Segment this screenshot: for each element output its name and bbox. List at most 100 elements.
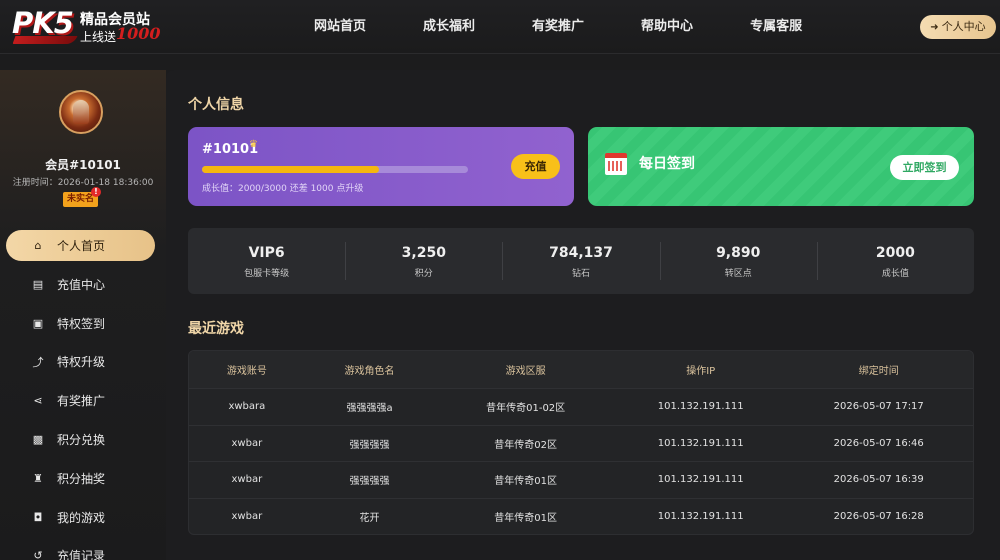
table-row: xwbar 强强强强 昔年传奇01区 101.132.191.111 2026-… — [189, 461, 973, 498]
avatar[interactable] — [59, 90, 103, 134]
table-cell: xwbar — [231, 437, 263, 449]
table-cell: 昔年传奇01区 — [494, 476, 557, 488]
top-header: PK5 精品会员站 上线送 1000 网站首页 成长福利 有奖推广 帮助中心 专… — [0, 0, 1000, 54]
table-cell: 2026-05-07 17:17 — [833, 401, 924, 413]
main-content: 个人信息 #10101 ♛ 成长值：2000/3000 还差 1000 点升级 … — [166, 70, 1000, 560]
profile-section-title: 个人信息 — [188, 97, 244, 113]
nav-referral[interactable]: 有奖推广 — [508, 0, 608, 54]
stat-points: 3,250 积分 — [345, 228, 502, 294]
crown-icon: ♛ — [249, 139, 258, 150]
alert-dot: ! — [91, 187, 101, 197]
vip-card: #10101 ♛ 成长值：2000/3000 还差 1000 点升级 充值 — [188, 127, 574, 206]
table-cell: 昔年传奇02区 — [494, 439, 557, 451]
sidebar-item-label: 有奖推广 — [57, 394, 106, 409]
sidebar-item-label: 积分兑换 — [57, 432, 106, 447]
table-row: xwbar 强强强强 昔年传奇02区 101.132.191.111 2026-… — [189, 424, 973, 462]
column-header: 操作IP — [686, 366, 716, 377]
nav-help-center[interactable]: 帮助中心 — [617, 0, 717, 54]
stat-value: 3,250 — [401, 245, 446, 261]
checkin-button[interactable]: 立即签到 — [890, 155, 959, 180]
sidebar-item-upgrade[interactable]: ⤴ 特权升级 — [0, 346, 166, 377]
sidebar-item-recharge[interactable]: ▤ 充值中心 — [0, 269, 166, 300]
table-row: xwbar 花开 昔年传奇01区 101.132.191.111 2026-05… — [189, 497, 973, 535]
sidebar-item-label: 充值记录 — [57, 549, 106, 560]
user-center-label: 个人中心 — [941, 20, 986, 33]
column-header: 绑定时间 — [858, 366, 899, 377]
growth-progress-bar — [202, 166, 468, 173]
stat-label: 转区点 — [724, 269, 752, 279]
column-header: 游戏区服 — [505, 366, 546, 377]
logo-subtitle: 上线送 — [80, 30, 117, 44]
recent-games-title: 最近游戏 — [188, 321, 244, 337]
user-center-button[interactable]: ➜ 个人中心 — [920, 15, 996, 39]
table-cell: 101.132.191.111 — [657, 437, 744, 449]
recent-games-table: 游戏账号 游戏角色名 游戏区服 操作IP 绑定时间 xwbara 强强强强a 昔… — [188, 350, 974, 535]
avatar-figure — [73, 100, 89, 124]
growth-progress-text: 成长值：2000/3000 还差 1000 点升级 — [202, 184, 364, 194]
checkin-title: 每日签到 — [639, 156, 695, 172]
column-header: 游戏账号 — [226, 366, 267, 377]
sidebar-item-label: 积分抽奖 — [57, 471, 106, 486]
table-cell: xwbar — [231, 510, 263, 522]
table-cell: 2026-05-07 16:39 — [833, 474, 924, 486]
table-cell: xwbar — [231, 474, 263, 486]
sidebar-item-home[interactable]: ⌂ 个人首页 — [6, 230, 155, 261]
sidebar-menu: ⌂ 个人首页 ▤ 充值中心 ▣ 特权签到 ⤴ 特权升级 ⋖ 有奖推广 ▩ 积分兑… — [0, 230, 166, 560]
growth-progress-fill — [202, 166, 380, 173]
table-cell: 昔年传奇01区 — [494, 512, 557, 524]
sidebar-item-points-lottery[interactable]: ♜ 积分抽奖 — [0, 463, 166, 494]
table-cell: 强强强强 — [349, 439, 390, 451]
logo-number: 1000 — [116, 24, 161, 43]
sidebar-item-label: 特权签到 — [57, 316, 106, 331]
share-icon: ⋖ — [33, 394, 43, 408]
table-cell: 2026-05-07 16:46 — [833, 437, 924, 449]
logo-brand: PK5 — [12, 6, 74, 40]
home-icon: ⌂ — [34, 239, 42, 252]
sidebar-item-checkin[interactable]: ▣ 特权签到 — [0, 308, 166, 339]
stat-transfer-points: 9,890 转区点 — [659, 228, 817, 294]
gamepad-icon: ◘ — [33, 510, 43, 524]
daily-checkin-card: 每日签到 立即签到 — [588, 127, 974, 206]
register-time: 注册时间：2026-01-18 18:36:00 — [12, 178, 154, 188]
nav-growth-benefits[interactable]: 成长福利 — [399, 0, 499, 54]
sidebar-item-referral[interactable]: ⋖ 有奖推广 — [0, 385, 166, 416]
stat-value: 784,137 — [549, 245, 613, 261]
calendar-icon — [605, 153, 627, 175]
table-header: 游戏账号 游戏角色名 游戏区服 操作IP 绑定时间 — [189, 351, 973, 388]
sign-in-icon: ➜ — [930, 22, 939, 33]
member-name: 会员#10101 — [45, 158, 121, 172]
stat-label: 包服卡等级 — [244, 269, 290, 279]
stats-panel: VIP6 包服卡等级 3,250 积分 784,137 钻石 9,890 转区点… — [188, 228, 974, 294]
nav-customer-service[interactable]: 专属客服 — [726, 0, 826, 54]
sidebar-item-label: 充值中心 — [57, 277, 106, 292]
stat-label: 钻石 — [572, 269, 591, 279]
table-cell: 强强强强a — [346, 403, 393, 415]
nav-home[interactable]: 网站首页 — [290, 0, 390, 54]
table-cell: 101.132.191.111 — [657, 401, 744, 413]
table-cell: 101.132.191.111 — [657, 510, 744, 522]
sidebar-item-my-games[interactable]: ◘ 我的游戏 — [0, 502, 166, 533]
table-row: xwbara 强强强强a 昔年传奇01-02区 101.132.191.111 … — [189, 388, 973, 425]
history-icon: ↺ — [33, 549, 43, 560]
sidebar-item-recharge-history[interactable]: ↺ 充值记录 — [0, 540, 166, 560]
site-logo[interactable]: PK5 精品会员站 上线送 1000 — [12, 6, 162, 48]
calendar-check-icon: ▣ — [32, 316, 44, 330]
coins-icon: ▤ — [32, 277, 44, 291]
table-cell: 强强强强 — [349, 476, 390, 488]
sidebar-item-points-exchange[interactable]: ▩ 积分兑换 — [0, 424, 166, 455]
column-header: 游戏角色名 — [344, 366, 395, 377]
table-cell: 昔年传奇01-02区 — [486, 403, 566, 415]
recharge-button[interactable]: 充值 — [511, 154, 560, 179]
stat-value: VIP6 — [248, 245, 285, 261]
sidebar-item-label: 我的游戏 — [57, 510, 106, 525]
table-cell: 花开 — [359, 512, 380, 524]
sidebar: 会员#10101 注册时间：2026-01-18 18:36:00 未实名 ! … — [0, 70, 166, 560]
stat-vip-level: VIP6 包服卡等级 — [188, 228, 345, 294]
gift-icon: ▩ — [32, 432, 44, 446]
stat-label: 积分 — [414, 269, 433, 279]
table-cell: xwbara — [228, 401, 266, 413]
trophy-icon: ♜ — [33, 471, 43, 485]
sidebar-item-label: 特权升级 — [57, 355, 106, 370]
sidebar-item-label: 个人首页 — [57, 239, 106, 253]
stat-value: 9,890 — [716, 245, 761, 261]
